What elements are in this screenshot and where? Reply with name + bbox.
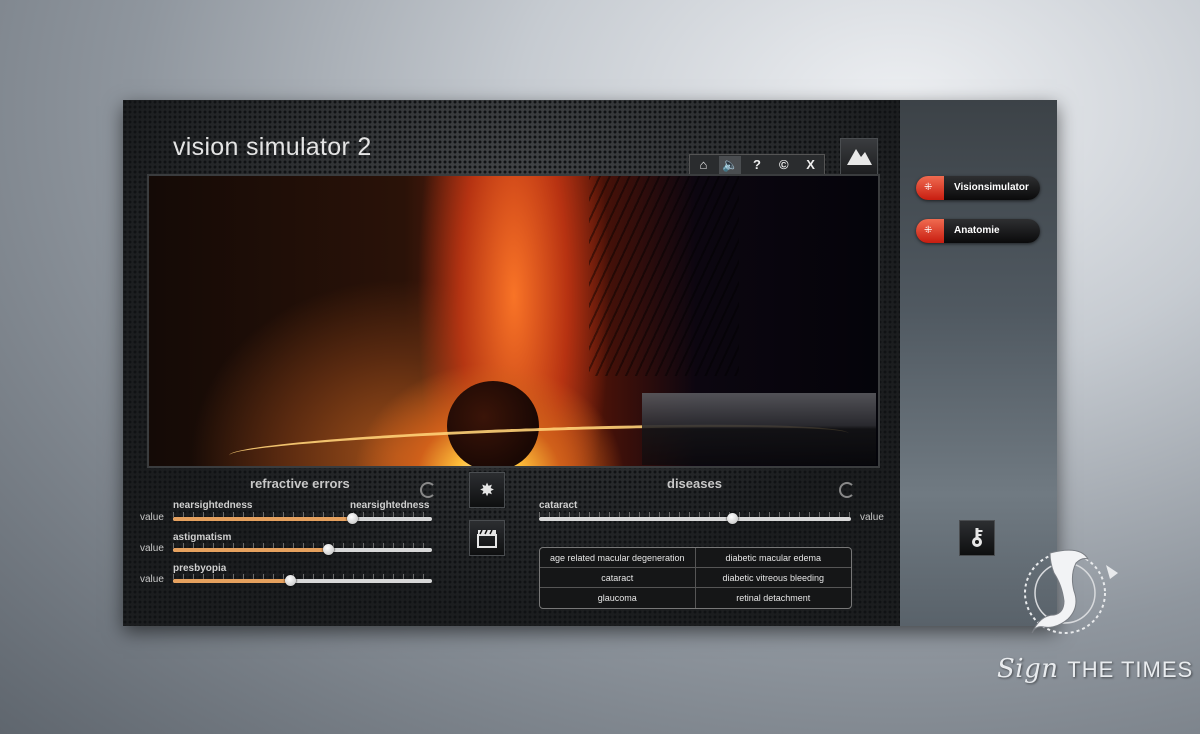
slider-fill [173,517,352,521]
scorpion-logo-icon [1010,545,1125,645]
slider-ticks [539,512,851,517]
brand-sign: Sign [997,654,1059,684]
sound-icon[interactable]: 🔈 [719,156,742,174]
astigmatism-label: astigmatism [173,532,232,543]
video-overlay-panel [642,393,876,465]
presbyopia-slider[interactable] [173,574,432,586]
clapperboard-icon[interactable] [469,520,505,556]
toolbar: ⌂ 🔈 ? © X [689,154,825,175]
app-title: vision simulator 2 [173,133,372,161]
value-label: value [860,512,884,523]
disease-list: age related macular degeneration diabeti… [539,547,852,609]
slider-fill [173,548,329,552]
nearsightedness-right-label: nearsightedness [350,500,430,511]
nav-anatomie-button[interactable]: ⁜ Anatomie [916,219,1040,243]
nearsightedness-label: nearsightedness [173,500,253,511]
diseases-title: diseases [667,476,722,491]
slider-thumb[interactable] [346,513,358,524]
value-label: value [140,512,164,523]
app-window: vision simulator 2 ⌂ 🔈 ? © X refractive … [123,100,1057,626]
brand-the-times: THE TIMES [1067,657,1194,682]
mountain-icon[interactable] [840,138,878,176]
nav-visionsimulator-label: Visionsimulator [954,182,1029,193]
value-label: value [140,574,164,585]
astigmatism-slider[interactable] [173,543,432,555]
slider-fill [173,579,290,583]
copyright-icon[interactable]: © [773,156,795,174]
light-icon[interactable]: ✸ [469,472,505,508]
dots-icon: ⁜ [924,182,933,193]
cataract-label: cataract [539,500,578,511]
nearsightedness-slider[interactable] [173,512,432,524]
reset-diseases-icon[interactable] [839,482,855,498]
disease-item[interactable]: diabetic macular edema [695,548,851,568]
nav-cap: ⁜ [916,176,944,200]
nav-anatomie-label: Anatomie [954,225,1000,236]
simulation-view [147,174,880,468]
presbyopia-label: presbyopia [173,563,227,574]
slider-thumb[interactable] [284,575,296,586]
value-label: value [140,543,164,554]
nav-cap: ⁜ [916,219,944,243]
close-icon[interactable]: X [800,156,822,174]
disease-item[interactable]: cataract [540,568,696,588]
key-icon[interactable] [959,520,995,556]
eyelashes [589,176,739,376]
disease-item[interactable]: retinal detachment [696,588,852,608]
home-icon[interactable]: ⌂ [692,156,714,174]
nav-visionsimulator-button[interactable]: ⁜ Visionsimulator [916,176,1040,200]
disease-item[interactable]: diabetic vitreous bleeding [695,568,851,588]
help-icon[interactable]: ? [746,156,768,174]
cataract-slider[interactable] [539,512,851,524]
brand-logo-text: Sign THE TIMES [997,654,1193,684]
reset-refractive-icon[interactable] [420,482,436,498]
refractive-errors-title: refractive errors [250,476,350,491]
dots-icon: ⁜ [924,225,933,236]
disease-item[interactable]: age related macular degeneration [540,548,696,568]
disease-item[interactable]: glaucoma [540,588,696,608]
